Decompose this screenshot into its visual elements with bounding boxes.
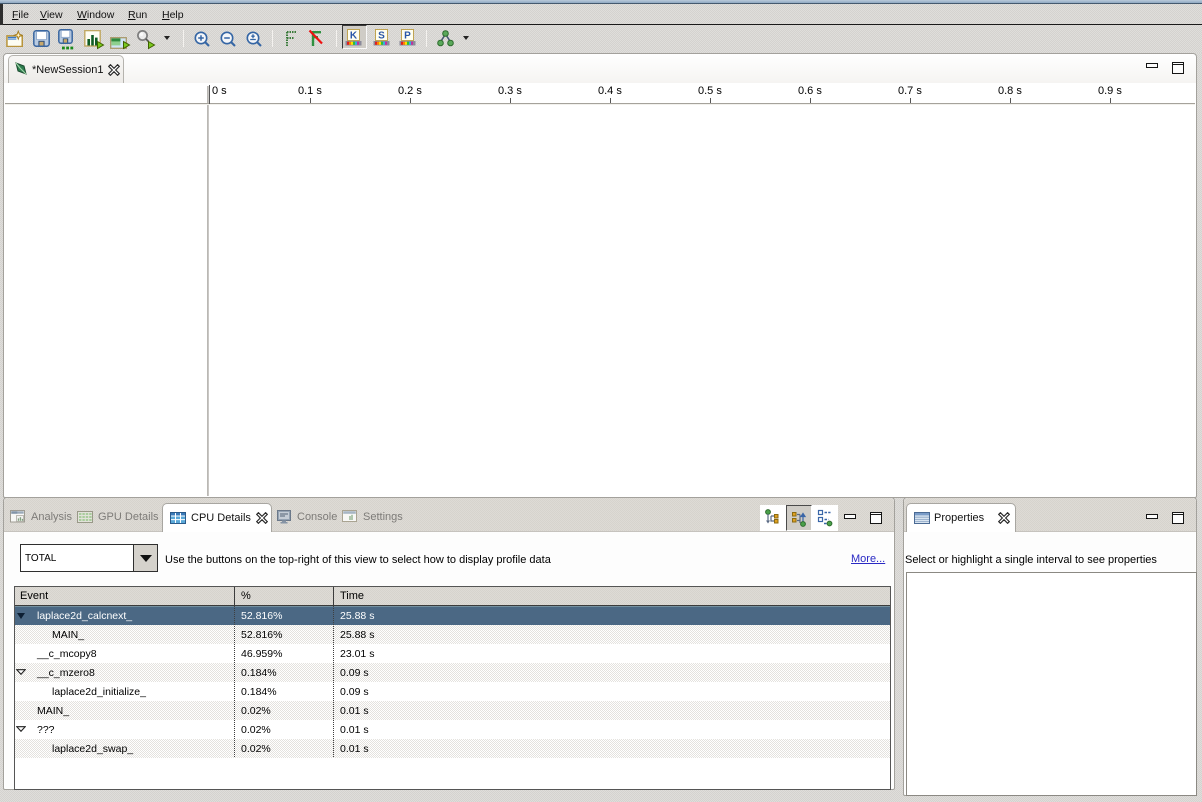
svg-text:S: S: [378, 31, 385, 42]
svg-text:P: P: [404, 31, 411, 42]
svg-text:K: K: [350, 31, 358, 42]
